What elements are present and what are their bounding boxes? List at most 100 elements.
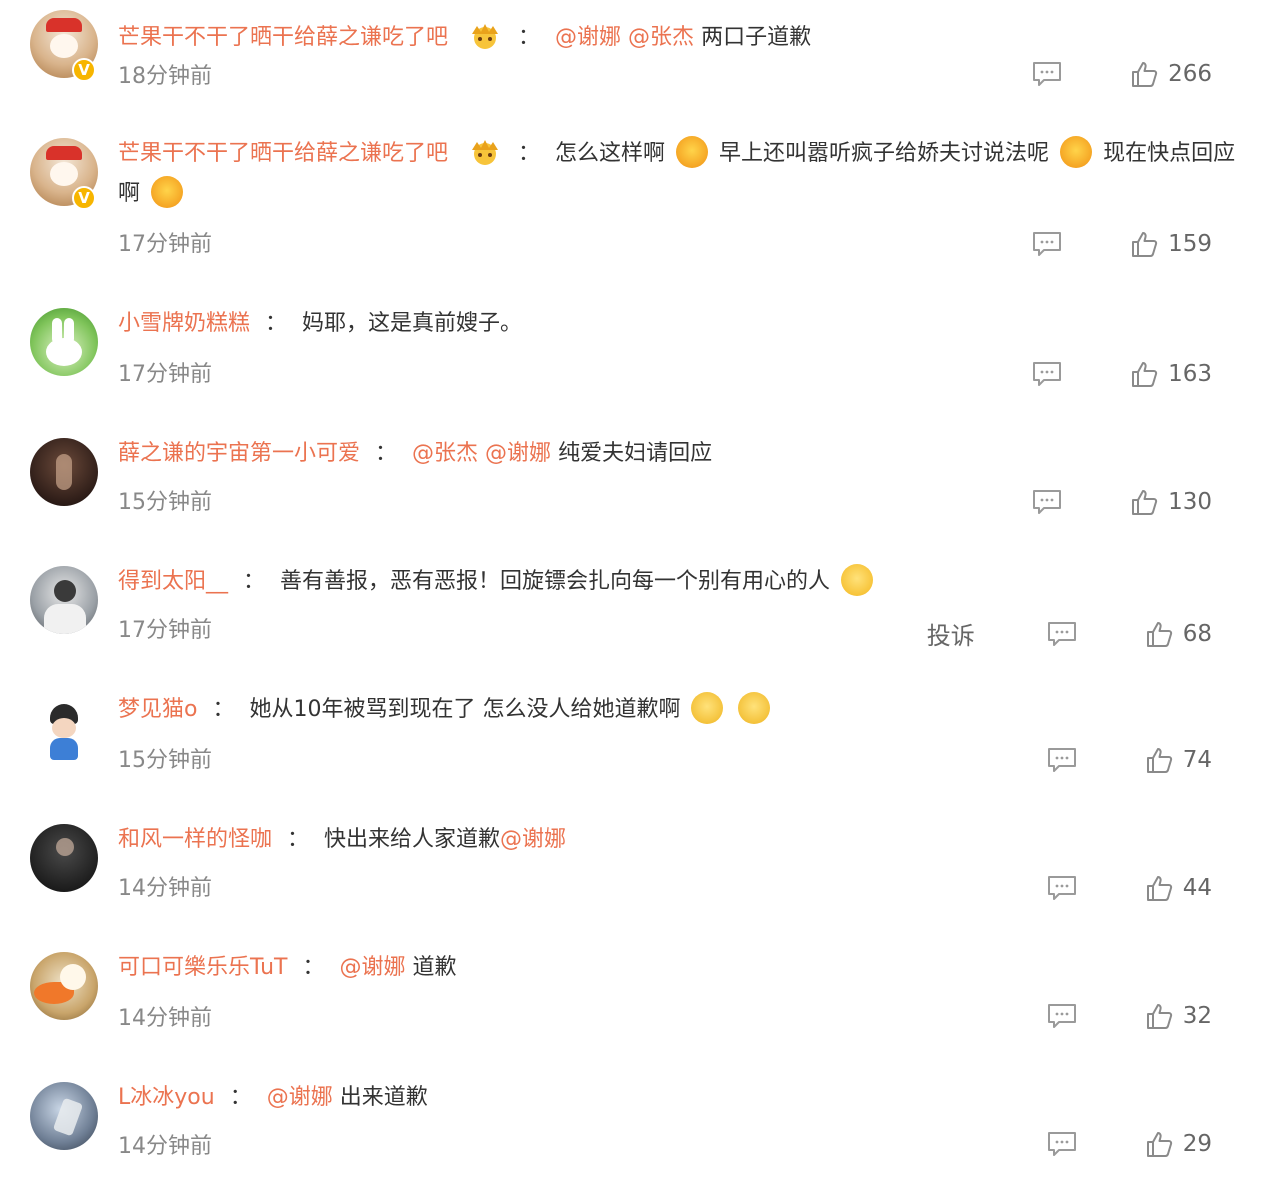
comment-bubble-icon[interactable] bbox=[1047, 1002, 1077, 1030]
colon: ： bbox=[518, 25, 541, 50]
colon: ： bbox=[287, 827, 310, 852]
comment-actions: 74 bbox=[1047, 746, 1212, 774]
comment-username[interactable]: 和风一样的怪咖 bbox=[118, 827, 272, 852]
thumbs-up-icon bbox=[1146, 1004, 1172, 1029]
comment-actions: 163 bbox=[1032, 360, 1212, 388]
like-count: 29 bbox=[1182, 1131, 1212, 1157]
comment-username[interactable]: 梦见猫o bbox=[118, 697, 197, 722]
like-button[interactable]: 74 bbox=[1145, 746, 1212, 774]
comment-actions: 投诉 68 bbox=[927, 616, 1212, 651]
grinning-emoji-icon bbox=[841, 564, 874, 596]
comment-time: 17分钟前 bbox=[118, 362, 212, 387]
crying-emoji-icon bbox=[1060, 136, 1093, 168]
thumbs-up-icon bbox=[1146, 1132, 1172, 1157]
comment-username[interactable]: 薛之谦的宇宙第一小可爱 bbox=[118, 441, 360, 466]
crown-icon bbox=[472, 24, 499, 49]
thumbs-up-icon bbox=[1132, 62, 1158, 87]
crying-emoji-icon bbox=[151, 176, 184, 208]
like-count: 266 bbox=[1168, 61, 1212, 87]
comment-text: 妈耶，这是真前嫂子。 bbox=[302, 311, 523, 336]
comment-time: 18分钟前 bbox=[118, 64, 212, 89]
colon: ： bbox=[212, 697, 235, 722]
comment-item: 小雪牌奶糕糕 ： 妈耶，这是真前嫂子。 17分钟前 163 bbox=[0, 308, 1274, 408]
comment-item: V 芒果干不干了晒干给薛之谦吃了吧 ： 怎么这样啊 早上还叫嚣听疯子给娇夫讨说法… bbox=[0, 136, 1274, 278]
colon: ： bbox=[243, 569, 266, 594]
comment-actions: 130 bbox=[1032, 488, 1212, 516]
avatar[interactable] bbox=[30, 824, 98, 892]
avatar[interactable] bbox=[30, 566, 98, 634]
crying-emoji-icon bbox=[676, 136, 709, 168]
avatar[interactable] bbox=[30, 1082, 98, 1150]
like-count: 68 bbox=[1182, 620, 1212, 647]
like-button[interactable]: 130 bbox=[1130, 488, 1212, 516]
comment-bubble-icon[interactable] bbox=[1032, 60, 1062, 88]
covering-face-emoji-icon bbox=[691, 692, 724, 724]
comment-body: L冰冰you ： @谢娜 出来道歉 bbox=[118, 1078, 1238, 1118]
comment-text: 她从10年被骂到现在了 怎么没人给她道歉啊 bbox=[249, 697, 681, 722]
comment-username[interactable]: 得到太阳__ bbox=[118, 569, 228, 594]
avatar[interactable] bbox=[30, 308, 98, 376]
like-button[interactable]: 266 bbox=[1130, 60, 1212, 88]
comment-bubble-icon[interactable] bbox=[1047, 746, 1077, 774]
comment-body: 芒果干不干了晒干给薛之谦吃了吧 ： 怎么这样啊 早上还叫嚣听疯子给娇夫讨说法呢 … bbox=[118, 134, 1238, 214]
like-count: 44 bbox=[1182, 875, 1212, 901]
like-button[interactable]: 159 bbox=[1130, 230, 1212, 258]
comment-text: 快出来给人家道歉 bbox=[324, 827, 501, 852]
comment-bubble-icon[interactable] bbox=[1047, 620, 1077, 648]
comment-body: 可口可樂乐乐TuT ： @谢娜 道歉 bbox=[118, 948, 1238, 988]
comment-body: 薛之谦的宇宙第一小可爱 ： @张杰 @谢娜 纯爱夫妇请回应 bbox=[118, 434, 1238, 474]
mention-link[interactable]: @谢娜 bbox=[485, 441, 551, 466]
comment-list: V 芒果干不干了晒干给薛之谦吃了吧 ： @谢娜 @张杰 两口子道歉 18分钟前 bbox=[0, 0, 1274, 1204]
comment-time: 14分钟前 bbox=[118, 1134, 212, 1159]
comment-body: 小雪牌奶糕糕 ： 妈耶，这是真前嫂子。 bbox=[118, 304, 1238, 344]
mention-link[interactable]: @谢娜 bbox=[267, 1085, 333, 1110]
avatar[interactable] bbox=[30, 696, 98, 764]
comment-username[interactable]: 可口可樂乐乐TuT bbox=[118, 955, 287, 980]
comment-username[interactable]: 芒果干不干了晒干给薛之谦吃了吧 bbox=[118, 141, 448, 166]
comment-item: 薛之谦的宇宙第一小可爱 ： @张杰 @谢娜 纯爱夫妇请回应 15分钟前 130 bbox=[0, 438, 1274, 538]
like-count: 163 bbox=[1168, 361, 1212, 387]
like-button[interactable]: 68 bbox=[1145, 620, 1212, 648]
crown-icon bbox=[472, 140, 499, 165]
like-button[interactable]: 29 bbox=[1145, 1130, 1212, 1158]
comment-actions: 29 bbox=[1047, 1130, 1212, 1158]
like-button[interactable]: 44 bbox=[1145, 874, 1212, 902]
comment-text: 纯爱夫妇请回应 bbox=[558, 441, 713, 466]
comment-body: 和风一样的怪咖 ： 快出来给人家道歉@谢娜 bbox=[118, 820, 1238, 860]
comment-body: 梦见猫o ： 她从10年被骂到现在了 怎么没人给她道歉啊 bbox=[118, 690, 1238, 730]
comment-bubble-icon[interactable] bbox=[1032, 230, 1062, 258]
comment-text: 道歉 bbox=[412, 955, 457, 980]
comment-time: 14分钟前 bbox=[118, 1006, 212, 1031]
comment-username[interactable]: L冰冰you bbox=[118, 1085, 215, 1110]
mention-link[interactable]: @张杰 bbox=[628, 25, 694, 50]
mention-link[interactable]: @谢娜 bbox=[555, 25, 621, 50]
avatar[interactable] bbox=[30, 438, 98, 506]
comment-actions: 159 bbox=[1032, 230, 1212, 258]
mention-link[interactable]: @谢娜 bbox=[500, 827, 566, 852]
like-button[interactable]: 163 bbox=[1130, 360, 1212, 388]
report-link[interactable]: 投诉 bbox=[927, 616, 975, 651]
mention-link[interactable]: @谢娜 bbox=[340, 955, 406, 980]
comment-item: L冰冰you ： @谢娜 出来道歉 14分钟前 29 bbox=[0, 1082, 1274, 1182]
comment-text: 两口子道歉 bbox=[701, 25, 812, 50]
like-count: 32 bbox=[1182, 1003, 1212, 1029]
comment-text: 怎么这样啊 bbox=[555, 141, 666, 166]
covering-face-emoji-icon bbox=[738, 692, 771, 724]
comment-bubble-icon[interactable] bbox=[1047, 1130, 1077, 1158]
comment-bubble-icon[interactable] bbox=[1047, 874, 1077, 902]
comment-bubble-icon[interactable] bbox=[1032, 360, 1062, 388]
like-count: 159 bbox=[1168, 231, 1212, 257]
comment-bubble-icon[interactable] bbox=[1032, 488, 1062, 516]
comment-time: 17分钟前 bbox=[118, 618, 212, 643]
like-button[interactable]: 32 bbox=[1145, 1002, 1212, 1030]
comment-username[interactable]: 芒果干不干了晒干给薛之谦吃了吧 bbox=[118, 25, 448, 50]
comment-time: 17分钟前 bbox=[118, 232, 212, 257]
comment-text: 早上还叫嚣听疯子给娇夫讨说法呢 bbox=[719, 141, 1050, 166]
comment-time: 14分钟前 bbox=[118, 876, 212, 901]
avatar[interactable] bbox=[30, 952, 98, 1020]
thumbs-up-icon bbox=[1132, 232, 1158, 257]
comment-actions: 44 bbox=[1047, 874, 1212, 902]
mention-link[interactable]: @张杰 bbox=[412, 441, 478, 466]
comment-username[interactable]: 小雪牌奶糕糕 bbox=[118, 311, 250, 336]
comment-text: 出来道歉 bbox=[339, 1085, 428, 1110]
